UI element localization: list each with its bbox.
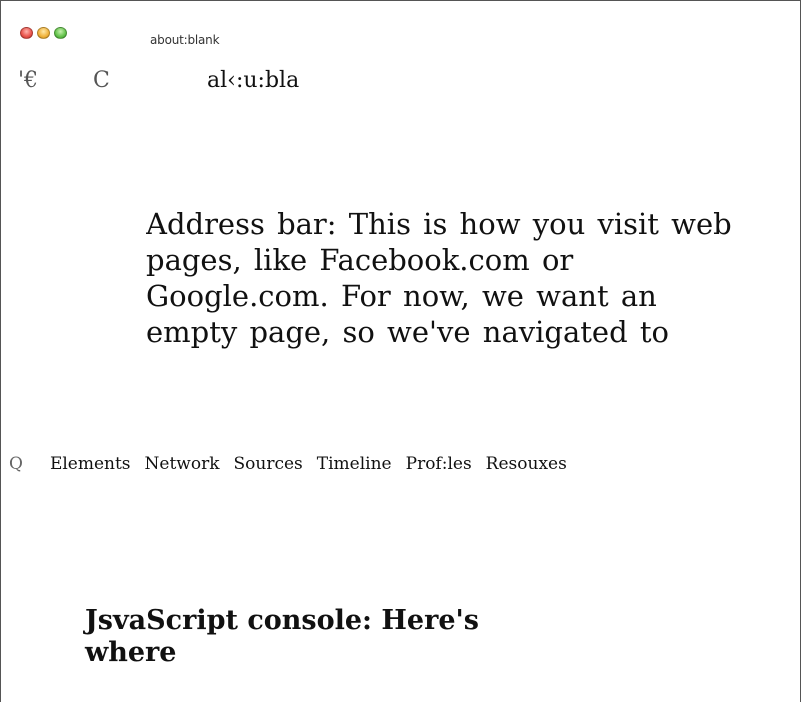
reload-button[interactable]: C [93,68,110,93]
close-window-button[interactable] [20,27,33,39]
tab-timeline[interactable]: Timeline [317,454,392,474]
window-controls [20,27,67,39]
console-annotation: JsvaScript console: Here's where [85,605,479,668]
minimize-window-button[interactable] [37,27,50,39]
devtools-tab-bar: Q Elements Network Sources Timeline Prof… [9,454,581,474]
tab-resources[interactable]: Resouxes [486,454,567,474]
back-button[interactable]: '€ [18,68,38,93]
tab-network[interactable]: Network [145,454,220,474]
tab-sources[interactable]: Sources [234,454,303,474]
tab-profiles[interactable]: Prof:les [406,454,472,474]
browser-window-frame [0,0,801,702]
tab-elements[interactable]: Elements [50,454,131,474]
address-bar-annotation: Address bar: This is how you visit web p… [146,207,732,349]
zoom-window-button[interactable] [54,27,67,39]
window-title: about:blank [150,33,220,47]
address-bar[interactable]: al‹:u:bla [207,68,299,93]
search-icon[interactable]: Q [9,454,23,474]
